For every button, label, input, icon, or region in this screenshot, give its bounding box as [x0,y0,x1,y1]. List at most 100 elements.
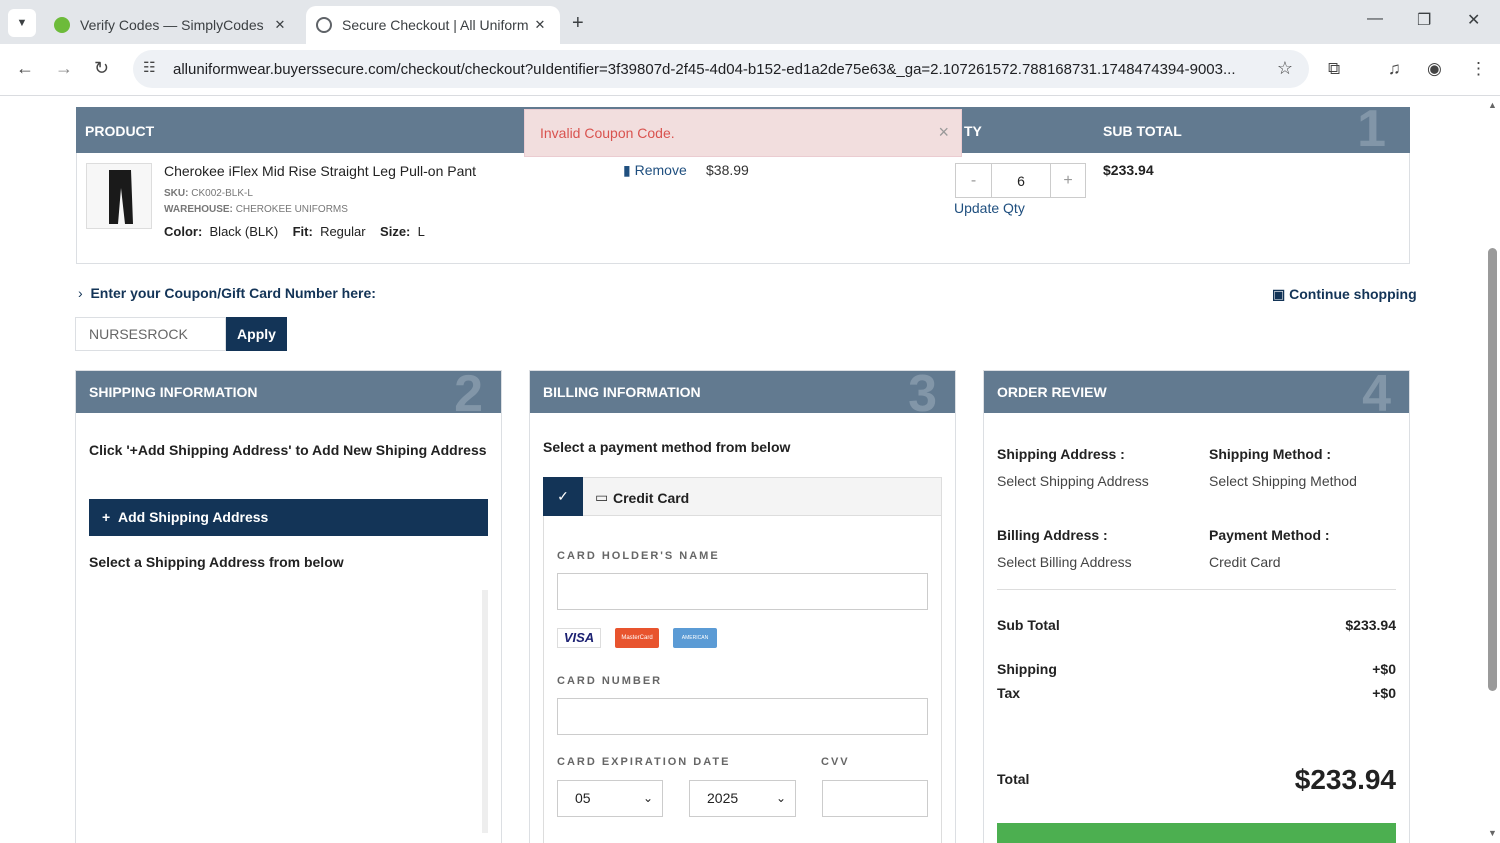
subtotal-column-header: SUB TOTAL [1103,123,1182,139]
item-subtotal: $233.94 [1103,162,1154,178]
subtotal-label: Sub Total [997,617,1060,633]
step-number: 3 [908,365,937,423]
tab-strip: ▼ Verify Codes — SimplyCodes ✕ Secure Ch… [0,0,1500,44]
product-name[interactable]: Cherokee iFlex Mid Rise Straight Leg Pul… [164,163,476,179]
card-icon: ▭ [595,489,609,505]
expiry-year-select[interactable]: 2025 ⌄ [689,780,796,817]
error-alert: Invalid Coupon Code. × [524,109,962,157]
minimize-icon[interactable]: — [1367,10,1383,28]
update-qty-link[interactable]: Update Qty [954,200,1025,216]
shipping-instruction: Click '+Add Shipping Address' to Add New… [89,442,487,458]
chevron-down-icon: ⌄ [775,791,786,805]
shipping-address-label: Shipping Address : [997,446,1125,462]
quantity-stepper: - 6 + [955,163,1086,198]
divider [997,589,1396,590]
coupon-input[interactable]: NURSESROCK [75,317,226,351]
cvv-label: CVV [821,756,850,768]
shipping-cost-value: +$0 [1372,661,1396,677]
checkmark-icon: ✓ [543,477,583,516]
card-holder-label: CARD HOLDER'S NAME [557,550,720,562]
checkout-page: PRODUCT TY SUB TOTAL 1 Cherokee iFlex Mi… [0,97,1500,843]
shipping-cost-label: Shipping [997,661,1057,677]
restore-icon[interactable]: ❐ [1417,10,1431,30]
chevron-down-icon: ⌄ [642,791,653,805]
warehouse-line: WAREHOUSE: CHEROKEE UNIFORMS [164,204,348,215]
product-image[interactable] [86,163,152,229]
place-order-button[interactable] [997,823,1396,843]
card-holder-input[interactable] [557,573,928,610]
amex-logo: AMERICAN EXPRESS [673,628,717,661]
alert-close-icon[interactable]: × [938,122,949,143]
add-shipping-address-button[interactable]: + Add Shipping Address [89,499,488,536]
qty-input[interactable]: 6 [992,164,1050,197]
tab-search-button[interactable]: ▼ [8,9,36,37]
alert-message: Invalid Coupon Code. [540,125,675,141]
visa-logo: VISA [557,628,601,648]
qty-column-header: TY [964,123,982,139]
scroll-down-icon[interactable]: ▼ [1488,828,1497,838]
extensions-icon[interactable]: ⧉ [1328,59,1340,79]
url-text[interactable]: alluniformwear.buyerssecure.com/checkout… [173,61,1258,78]
qty-plus-button[interactable]: + [1050,164,1085,197]
reload-icon[interactable]: ↻ [94,58,109,79]
simplycodes-favicon-icon [54,17,70,33]
media-control-icon[interactable]: ♫ [1388,59,1401,79]
tax-label: Tax [997,685,1021,701]
scrollbar-thumb[interactable] [1488,248,1497,691]
close-window-icon[interactable]: ✕ [1467,10,1480,30]
billing-header: BILLING INFORMATION 3 [530,365,955,423]
step-number: 4 [1362,365,1391,423]
scroll-up-icon[interactable]: ▲ [1488,100,1497,110]
subtotal-value: $233.94 [1345,617,1396,633]
total-label: Total [997,771,1030,787]
menu-kebab-icon[interactable]: ⋮ [1470,59,1487,79]
new-tab-button[interactable]: + [572,12,584,35]
close-tab-icon[interactable]: ✕ [270,17,290,33]
plus-icon: + [102,509,111,525]
qty-minus-button[interactable]: - [956,164,992,197]
continue-shopping-link[interactable]: ▣ Continue shopping [1272,286,1417,303]
trash-icon: ▮ [623,162,631,178]
apply-coupon-button[interactable]: Apply [226,317,287,351]
billing-address-label: Billing Address : [997,527,1108,543]
step-number: 1 [1357,100,1386,158]
billing-instruction: Select a payment method from below [543,439,791,455]
payment-method-label: Payment Method : [1209,527,1330,543]
step-number: 2 [454,365,483,423]
coupon-toggle[interactable]: › Enter your Coupon/Gift Card Number her… [78,285,376,301]
card-number-label: CARD NUMBER [557,675,663,687]
cart-item-row: Cherokee iFlex Mid Rise Straight Leg Pul… [76,153,1410,264]
select-shipping-text: Select a Shipping Address from below [89,554,344,570]
globe-icon [316,17,332,33]
expiry-label: CARD EXPIRATION DATE [557,756,731,768]
forward-icon[interactable]: → [55,58,73,79]
browser-toolbar: ← → ↻ ☷ alluniformwear.buyerssecure.com/… [0,44,1500,96]
shipping-method-value: Select Shipping Method [1209,473,1357,489]
profile-icon[interactable]: ◉ [1427,59,1442,79]
payment-method-value: Credit Card [1209,554,1281,570]
card-number-input[interactable] [557,698,928,735]
close-tab-icon[interactable]: ✕ [530,17,550,33]
remove-link[interactable]: ▮ Remove [623,162,687,179]
billing-panel: BILLING INFORMATION 3 Select a payment m… [529,365,956,843]
chevron-right-icon: › [78,285,83,301]
site-settings-icon[interactable]: ☷ [143,59,156,76]
shipping-method-label: Shipping Method : [1209,446,1332,462]
product-column-header: PRODUCT [85,123,155,139]
back-icon[interactable]: ← [16,58,34,79]
payment-method-credit-card[interactable]: ✓ ▭ Credit Card [543,477,942,516]
tab-simplycodes[interactable]: Verify Codes — SimplyCodes ✕ [44,6,300,44]
shopping-bag-icon: ▣ [1272,286,1286,302]
shipping-panel: SHIPPING INFORMATION 2 Click '+Add Shipp… [75,365,502,843]
order-review-header: ORDER REVIEW 4 [984,365,1409,423]
tab-secure-checkout[interactable]: Secure Checkout | All Uniform W ✕ [306,6,560,44]
shipping-header: SHIPPING INFORMATION 2 [76,365,501,423]
address-list-scrollbar[interactable] [482,590,488,833]
total-value: $233.94 [1294,764,1396,795]
mastercard-logo: MasterCard [615,628,659,648]
bookmark-star-icon[interactable]: ☆ [1277,58,1293,79]
address-bar[interactable]: ☷ alluniformwear.buyerssecure.com/checko… [133,50,1309,88]
chevron-down-icon: ▼ [16,17,28,29]
expiry-month-select[interactable]: 05 ⌄ [557,780,663,817]
cvv-input[interactable] [822,780,928,817]
